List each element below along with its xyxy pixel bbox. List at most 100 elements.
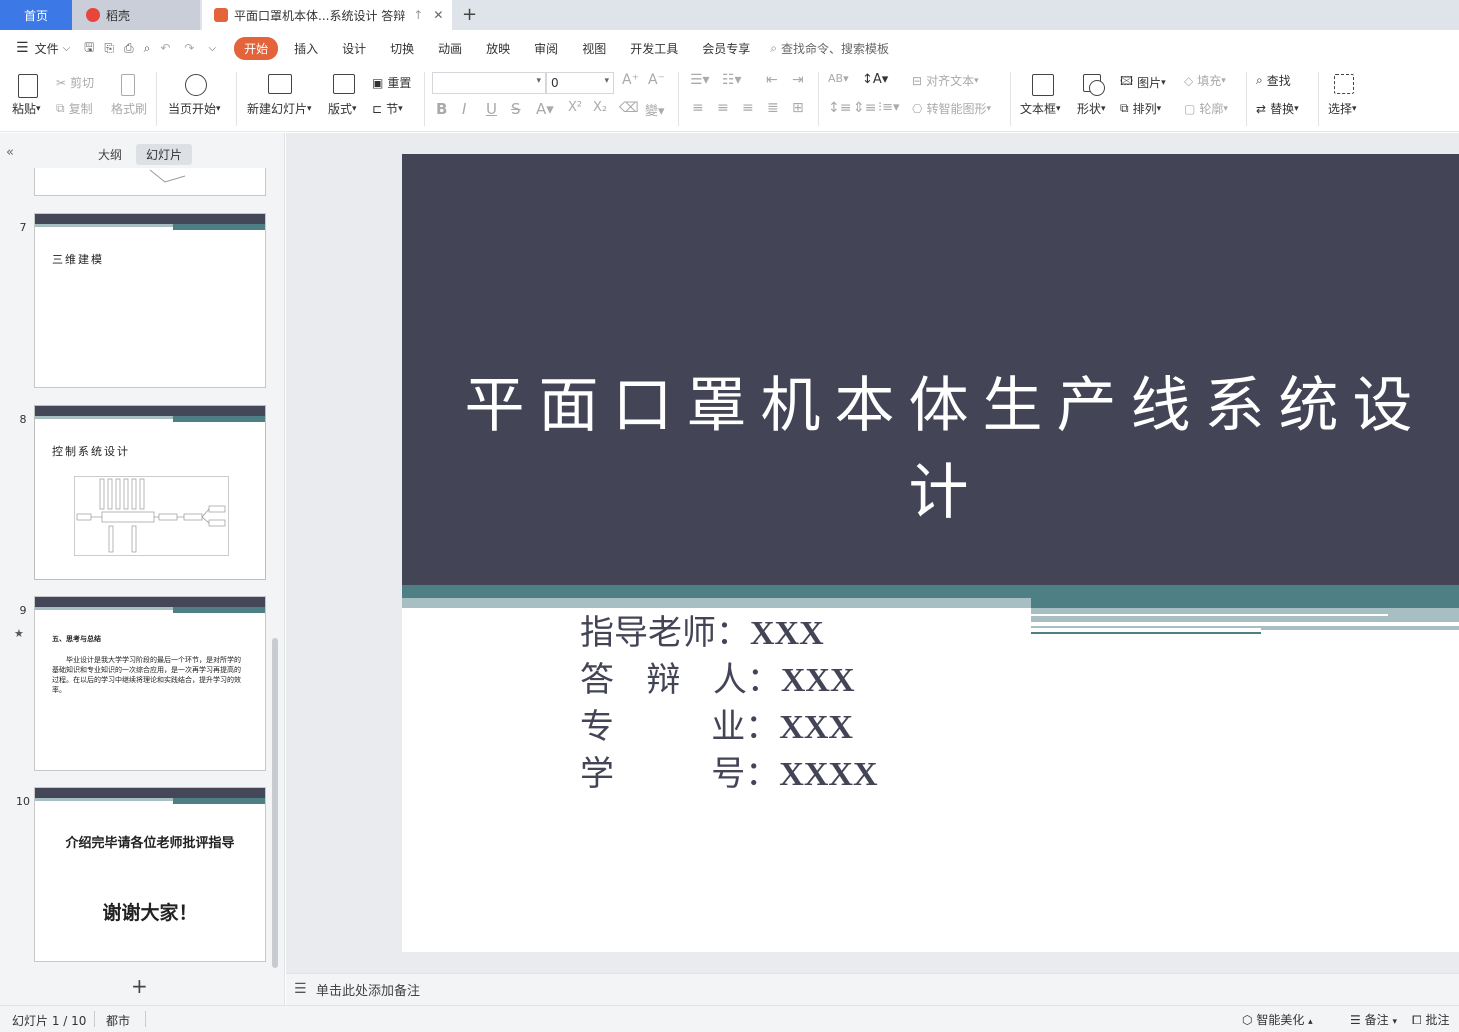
slide-thumb-6[interactable]: [34, 168, 266, 196]
tab-outline[interactable]: 大纲: [88, 144, 132, 165]
sort-icon[interactable]: ↕A▾: [862, 72, 888, 87]
outline-button[interactable]: ▢ 轮廓 ▾: [1184, 100, 1228, 117]
bullet-list-icon[interactable]: ☰▾: [690, 72, 710, 88]
menu-home[interactable]: 开始: [234, 36, 279, 60]
picture-button[interactable]: 🖾 图片 ▾: [1120, 72, 1166, 93]
find-button[interactable]: ⌕ 查找: [1256, 72, 1291, 89]
paste-button[interactable]: 粘贴 ▾: [12, 100, 41, 117]
subscript-icon[interactable]: X₂: [593, 100, 607, 115]
print-icon[interactable]: ⎙: [124, 41, 134, 56]
italic-icon[interactable]: I: [462, 100, 466, 118]
layout-button[interactable]: 版式 ▾: [328, 100, 357, 117]
increase-font-icon[interactable]: A⁺: [622, 72, 639, 88]
tab-daoke[interactable]: 稻壳: [72, 0, 200, 30]
shape-button[interactable]: 形状 ▾: [1077, 100, 1106, 117]
save-icon[interactable]: 🖫: [84, 38, 94, 59]
menu-design[interactable]: 设计: [330, 40, 378, 57]
slide-thumb-10[interactable]: 介绍完毕请各位老师批评指导 谢谢大家！: [34, 787, 266, 962]
notes-pane[interactable]: ☰ 单击此处添加备注: [286, 973, 1459, 1005]
menu-animation[interactable]: 动画: [426, 40, 474, 57]
decrease-font-icon[interactable]: A⁻: [648, 72, 665, 88]
align-center-icon[interactable]: ≡: [717, 100, 729, 116]
slide-thumb-9[interactable]: 五、思考与总结 毕业设计是我大学学习阶段的最后一个环节，是对所学的基础知识和专业…: [34, 596, 266, 771]
align-left-icon[interactable]: ≡: [692, 100, 704, 116]
outdent-icon[interactable]: ⇤: [766, 72, 778, 88]
reset-button[interactable]: ▣ 重置: [372, 74, 411, 91]
menu-slideshow[interactable]: 放映: [474, 40, 522, 57]
comments-button[interactable]: ⧠ 批注: [1412, 1011, 1449, 1028]
tab-document-label: 平面口罩机本体...系统设计 答辩: [234, 8, 406, 23]
font-size-select[interactable]: 0 ▾: [546, 72, 614, 94]
distribute-icon[interactable]: ⊞: [792, 100, 804, 116]
font-family-select[interactable]: ▾: [432, 72, 546, 94]
cut-button[interactable]: ✂ 剪切: [56, 74, 94, 91]
font-color-icon[interactable]: A▾: [536, 100, 554, 118]
chevron-down-icon[interactable]: ⌵: [63, 43, 71, 54]
text-direction-icon[interactable]: AB▾: [828, 72, 849, 85]
pin-icon[interactable]: ↑: [413, 8, 423, 22]
collapse-panel-icon[interactable]: «: [6, 145, 14, 160]
strikethrough-icon[interactable]: S: [511, 100, 521, 118]
columns-icon[interactable]: ⁝≡▾: [878, 100, 900, 115]
new-slide-button[interactable]: 新建幻灯片 ▾: [247, 100, 312, 117]
line-spacing-icon[interactable]: ↕≡: [828, 100, 851, 116]
preview-icon[interactable]: ⌕: [144, 41, 151, 56]
superscript-icon[interactable]: X²: [568, 100, 582, 115]
menu-member[interactable]: 会员专享: [690, 40, 762, 57]
export-icon[interactable]: ⎘: [104, 41, 114, 56]
menu-developer[interactable]: 开发工具: [618, 40, 690, 57]
pinyin-icon[interactable]: 變▾: [645, 100, 665, 119]
copy-label: 复制: [68, 102, 93, 116]
new-tab-button[interactable]: +: [462, 4, 477, 25]
slide[interactable]: 平面口罩机本体生产线系统设计 指导老师：XXX 答 辩 人：XXX 专 业：XX…: [402, 154, 1459, 952]
smartart-label: 转智能图形: [926, 102, 987, 116]
underline-icon[interactable]: U: [486, 100, 497, 118]
select-button[interactable]: 选择 ▾: [1328, 100, 1357, 117]
font-size-value: 0: [551, 76, 559, 90]
eraser-icon[interactable]: ⌫: [619, 100, 639, 116]
info-block[interactable]: 指导老师：XXX 答 辩 人：XXX 专 业：XXX 学 号：XXXX: [580, 610, 878, 798]
indent-icon[interactable]: ⇥: [792, 72, 804, 88]
hamburger-icon[interactable]: ☰: [16, 40, 29, 56]
tab-home[interactable]: 首页: [0, 0, 72, 30]
menu-transition[interactable]: 切换: [378, 40, 426, 57]
justify-icon[interactable]: ≣: [767, 100, 779, 116]
menu-insert[interactable]: 插入: [282, 40, 330, 57]
slide-thumb-8[interactable]: 控制系统设计: [34, 405, 266, 580]
command-search-input[interactable]: 查找命令、搜索模板: [781, 40, 889, 57]
textbox-button[interactable]: 文本框 ▾: [1020, 100, 1061, 117]
close-tab-icon[interactable]: ✕: [433, 8, 443, 22]
outline-icon: ▢: [1184, 101, 1196, 116]
paragraph-spacing-icon[interactable]: ⇕≡: [853, 100, 876, 116]
notes-placeholder[interactable]: 单击此处添加备注: [316, 980, 420, 999]
align-text-button[interactable]: ⊟ 对齐文本 ▾: [912, 72, 979, 89]
tab-slides[interactable]: 幻灯片: [136, 144, 193, 165]
align-right-icon[interactable]: ≡: [742, 100, 754, 116]
redo-icon[interactable]: ↷: [184, 41, 194, 55]
arrange-button[interactable]: ⧉ 排列 ▾: [1120, 100, 1161, 117]
paste-icon[interactable]: [18, 74, 38, 98]
section-button[interactable]: ⊏ 节 ▾: [372, 100, 403, 117]
numbered-list-icon[interactable]: ☷▾: [722, 72, 742, 88]
panel-scrollbar[interactable]: [272, 638, 278, 968]
textbox-icon: [1032, 74, 1054, 96]
copy-button[interactable]: ⧉ 复制: [56, 100, 93, 117]
menu-view[interactable]: 视图: [570, 40, 618, 57]
undo-icon[interactable]: ↶: [160, 41, 170, 55]
format-painter-button[interactable]: 格式刷: [111, 100, 147, 117]
tab-document[interactable]: 平面口罩机本体...系统设计 答辩 ↑ ✕: [202, 0, 452, 30]
add-slide-icon[interactable]: +: [131, 974, 148, 998]
shape-label: 形状: [1077, 102, 1102, 116]
slide-title[interactable]: 平面口罩机本体生产线系统设计: [402, 357, 1459, 531]
more-chevron-icon[interactable]: ⌵: [208, 43, 216, 54]
bold-icon[interactable]: B: [436, 100, 447, 118]
replace-button[interactable]: ⇄ 替换 ▾: [1256, 100, 1299, 117]
menu-review[interactable]: 审阅: [522, 40, 570, 57]
beautify-button[interactable]: ⬡ 智能美化 ▴: [1242, 1011, 1313, 1028]
smartart-button[interactable]: ⎔ 转智能图形 ▾: [912, 100, 991, 117]
outline-label: 轮廓: [1199, 102, 1224, 116]
slide-thumb-7[interactable]: 三维建模: [34, 213, 266, 388]
notes-toggle-button[interactable]: ☰ 备注 ▾: [1350, 1011, 1397, 1028]
fill-button[interactable]: ◇ 填充 ▾: [1184, 72, 1226, 89]
from-current-button[interactable]: 当页开始 ▾: [168, 100, 221, 117]
